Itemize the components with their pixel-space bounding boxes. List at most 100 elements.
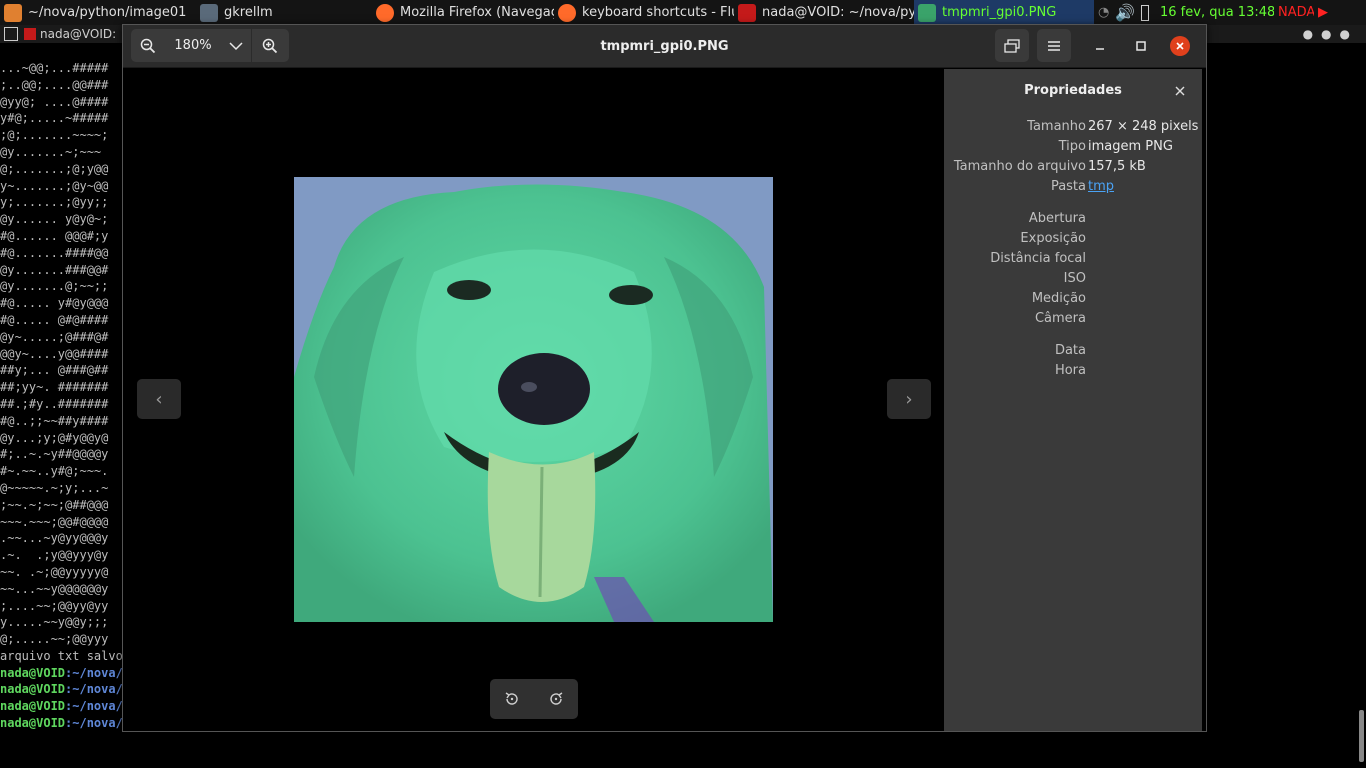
property-label: Distância focal <box>990 251 1086 266</box>
minimize-icon <box>1096 47 1104 50</box>
taskbar-item-label: ~/nova/python/image01 <box>28 5 187 20</box>
folder-link[interactable]: tmp <box>1088 179 1114 194</box>
firefox-icon <box>376 3 394 22</box>
taskbar-item-label: nada@VOID: ~/nova/pyt <box>762 5 914 20</box>
taskbar-item-label: tmpmri_gpi0.PNG <box>942 5 1057 20</box>
properties-close-button[interactable] <box>1172 83 1188 99</box>
dog-photo <box>294 177 773 622</box>
system-tray: ◔ 🔊 <box>1094 0 1156 25</box>
property-exposure: Exposição <box>944 231 1202 251</box>
rotate-right-button[interactable] <box>534 679 578 719</box>
terminal-scrollbar[interactable] <box>1359 710 1364 762</box>
window-dots[interactable]: ●●● <box>1303 27 1358 41</box>
property-camera: Câmera <box>944 311 1202 331</box>
taskbar-item-gkrellm[interactable]: gkrellm <box>196 0 372 25</box>
zoom-level[interactable]: 180% <box>165 38 221 53</box>
layout-icon[interactable] <box>4 27 18 41</box>
properties-panel: Propriedades Tamanho 267 × 248 pixels Ti… <box>944 69 1202 731</box>
wifi-icon[interactable]: ◔ <box>1098 5 1109 20</box>
image-viewer-icon <box>918 3 936 22</box>
zoom-in-button[interactable] <box>251 29 287 62</box>
rotate-left-icon <box>505 692 518 705</box>
prompt-user: nada@VOID <box>0 716 66 731</box>
property-label: Data <box>1054 343 1086 358</box>
play-icon[interactable]: ▶ <box>1314 0 1334 25</box>
rotate-toolbar <box>490 679 578 719</box>
prompt-user: nada@VOID <box>0 699 66 714</box>
taskbar-item-firefox-shortcuts[interactable]: keyboard shortcuts - Flu <box>554 0 734 25</box>
property-date: Data <box>944 343 1202 363</box>
gallery-icon <box>1004 38 1020 53</box>
terminal-icon <box>24 28 36 40</box>
clock[interactable]: 16 fev, qua 13:48 <box>1156 0 1274 25</box>
rotate-right-icon <box>550 692 563 705</box>
property-label: ISO <box>1063 271 1086 286</box>
zoom-out-button[interactable] <box>131 29 165 62</box>
property-size: Tamanho 267 × 248 pixels <box>944 119 1202 139</box>
taskbar-item-label: Mozilla Firefox (Navegaç <box>400 5 554 20</box>
property-focal-length: Distância focal <box>944 251 1202 271</box>
taskbar: ~/nova/python/image01 gkrellm Mozilla Fi… <box>0 0 1366 25</box>
property-value: imagem PNG <box>1088 139 1173 154</box>
taskbar-item-terminal-2[interactable]: nada@VOID: ~/nova/pyt <box>734 0 914 25</box>
property-type: Tipo imagem PNG <box>944 139 1202 159</box>
property-folder: Pasta tmp <box>944 179 1202 199</box>
property-label: Câmera <box>1034 311 1086 326</box>
volume-icon[interactable]: 🔊 <box>1115 3 1135 22</box>
image-viewer-window: 180% tmpmri_gpi0.PNG ‹ › Propriedades Ta… <box>122 24 1207 732</box>
minimize-button[interactable] <box>1085 29 1115 62</box>
property-label: Tamanho <box>1027 119 1086 134</box>
property-label: Tipo <box>1058 139 1086 154</box>
taskbar-item-image-viewer[interactable]: tmpmri_gpi0.PNG <box>914 0 1094 25</box>
property-label: Tamanho do arquivo <box>953 159 1086 174</box>
chevron-left-icon: ‹ <box>155 388 163 410</box>
property-time: Hora <box>944 363 1202 383</box>
terminal-window-title: nada@VOID: <box>40 27 117 41</box>
next-image-button[interactable]: › <box>887 379 931 419</box>
gkrellm-icon <box>200 3 218 22</box>
headerbar: 180% tmpmri_gpi0.PNG <box>123 25 1206 68</box>
zoom-control: 180% <box>131 29 289 62</box>
maximize-button[interactable] <box>1126 29 1156 62</box>
user-badge[interactable]: NADA <box>1274 0 1314 25</box>
property-label: Medição <box>1031 291 1086 306</box>
zoom-dropdown-button[interactable] <box>221 29 251 62</box>
close-icon <box>1176 42 1184 50</box>
chevron-down-icon <box>229 41 243 50</box>
firefox-icon <box>558 3 576 22</box>
zoom-out-icon <box>140 38 156 53</box>
maximize-icon <box>1136 40 1146 51</box>
property-value: 157,5 kB <box>1088 159 1146 174</box>
taskbar-item-firefox[interactable]: Mozilla Firefox (Navegaç <box>372 0 554 25</box>
close-icon <box>1175 86 1185 96</box>
property-value: 267 × 248 pixels <box>1088 119 1199 134</box>
taskbar-item-terminal[interactable]: ~/nova/python/image01 <box>0 0 196 25</box>
main-menu-button[interactable] <box>1037 29 1071 62</box>
hamburger-menu-icon <box>1048 40 1060 51</box>
property-file-size: Tamanho do arquivo 157,5 kB <box>944 159 1202 179</box>
rotate-left-button[interactable] <box>490 679 534 719</box>
battery-icon[interactable] <box>1141 4 1150 21</box>
terminal-prompt-line: nada@VOID:~/nova/python/image01$ <box>0 732 1366 749</box>
properties-title: Propriedades <box>1024 83 1122 98</box>
terminal-icon <box>738 3 756 22</box>
prompt-user: nada@VOID <box>0 682 66 697</box>
displayed-image <box>294 177 773 622</box>
taskbar-item-label: keyboard shortcuts - Flu <box>582 5 734 20</box>
prompt-user: nada@VOID <box>0 665 66 680</box>
property-label: Pasta <box>1050 179 1086 194</box>
property-metering: Medição <box>944 291 1202 311</box>
property-iso: ISO <box>944 271 1202 291</box>
property-aperture: Abertura <box>944 211 1202 231</box>
property-label: Hora <box>1054 363 1086 378</box>
property-label: Abertura <box>1028 211 1086 226</box>
gallery-button[interactable] <box>995 29 1029 62</box>
previous-image-button[interactable]: ‹ <box>137 379 181 419</box>
zoom-in-icon <box>262 38 277 53</box>
image-canvas[interactable]: ‹ › <box>123 69 943 731</box>
property-label: Exposição <box>1020 231 1086 246</box>
close-button[interactable] <box>1170 36 1190 56</box>
taskbar-item-label: gkrellm <box>224 5 273 20</box>
chevron-right-icon: › <box>905 388 913 410</box>
terminal-icon <box>4 3 22 22</box>
